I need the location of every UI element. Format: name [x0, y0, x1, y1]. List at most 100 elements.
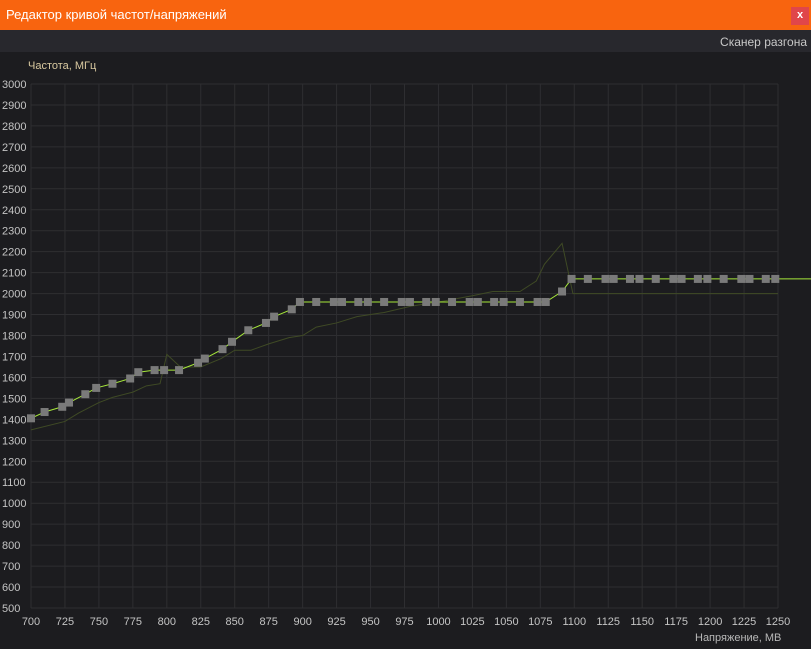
- x-tick-label: 1175: [664, 616, 688, 628]
- curve-point-handle[interactable]: [737, 274, 746, 283]
- curve-point-handle[interactable]: [160, 366, 169, 375]
- y-tick-label: 2200: [2, 247, 26, 259]
- curve-point-handle[interactable]: [218, 345, 227, 354]
- x-tick-label: 1250: [766, 616, 790, 628]
- x-tick-label: 1100: [562, 616, 586, 628]
- curve-point-handle[interactable]: [651, 274, 660, 283]
- curve-point-handle[interactable]: [601, 274, 610, 283]
- y-tick-label: 1000: [2, 498, 26, 510]
- x-tick-label: 800: [158, 616, 176, 628]
- y-tick-label: 500: [2, 603, 20, 615]
- curve-point-handle[interactable]: [677, 274, 686, 283]
- curve-point-handle[interactable]: [261, 318, 270, 327]
- vf-curve-line: [30, 278, 811, 419]
- curve-point-handle[interactable]: [65, 398, 74, 407]
- x-tick-label: 1050: [494, 616, 518, 628]
- x-tick-label: 950: [361, 616, 379, 628]
- curve-point-handle[interactable]: [92, 383, 101, 392]
- x-tick-label: 1000: [426, 616, 450, 628]
- x-tick-label: 850: [226, 616, 244, 628]
- curve-point-handle[interactable]: [228, 337, 237, 346]
- curve-point-handle[interactable]: [625, 274, 634, 283]
- y-tick-label: 1300: [2, 435, 26, 447]
- x-tick-label: 1125: [596, 616, 620, 628]
- curve-point-handle[interactable]: [515, 297, 524, 306]
- curve-point-handle[interactable]: [693, 274, 702, 283]
- y-tick-label: 1700: [2, 351, 26, 363]
- x-tick-label: 1150: [630, 616, 654, 628]
- curve-point-handle[interactable]: [150, 366, 159, 375]
- curve-point-handle[interactable]: [635, 274, 644, 283]
- curve-point-handle[interactable]: [567, 274, 576, 283]
- curve-point-handle[interactable]: [200, 354, 209, 363]
- curve-point-handle[interactable]: [134, 368, 143, 377]
- curve-point-handle[interactable]: [81, 390, 90, 399]
- y-tick-label: 2300: [2, 226, 26, 238]
- curve-point-handle[interactable]: [397, 297, 406, 306]
- y-tick-label: 2000: [2, 289, 26, 301]
- curve-point-handle[interactable]: [719, 274, 728, 283]
- curve-point-handle[interactable]: [338, 297, 347, 306]
- y-tick-label: 2100: [2, 268, 26, 280]
- curve-point-handle[interactable]: [669, 274, 678, 283]
- x-tick-label: 875: [260, 616, 278, 628]
- curve-point-handle[interactable]: [405, 297, 414, 306]
- curve-point-handle[interactable]: [108, 379, 117, 388]
- curve-point-handle[interactable]: [533, 297, 542, 306]
- curve-point-handle[interactable]: [244, 326, 253, 335]
- curve-point-handle[interactable]: [541, 297, 550, 306]
- curve-point-handle[interactable]: [558, 287, 567, 296]
- y-tick-label: 1100: [2, 477, 26, 489]
- curve-point-handle[interactable]: [354, 297, 363, 306]
- curve-point-handle[interactable]: [270, 312, 279, 321]
- curve-point-handle[interactable]: [490, 297, 499, 306]
- y-tick-label: 1800: [2, 331, 26, 343]
- x-tick-label: 1025: [460, 616, 484, 628]
- curve-point-handle[interactable]: [499, 297, 508, 306]
- x-tick-label: 825: [192, 616, 210, 628]
- y-tick-label: 800: [2, 540, 20, 552]
- x-tick-label: 900: [293, 616, 311, 628]
- curve-point-handle[interactable]: [422, 297, 431, 306]
- y-tick-label: 1500: [2, 393, 26, 405]
- x-tick-label: 775: [124, 616, 142, 628]
- curve-point-handle[interactable]: [609, 274, 618, 283]
- y-tick-label: 2600: [2, 163, 26, 175]
- curve-point-handle[interactable]: [380, 297, 389, 306]
- x-tick-label: 925: [327, 616, 345, 628]
- x-tick-label: 1075: [528, 616, 552, 628]
- y-tick-label: 3000: [2, 79, 26, 91]
- y-tick-label: 1200: [2, 456, 26, 468]
- x-tick-label: 700: [22, 616, 40, 628]
- curve-point-handle[interactable]: [703, 274, 712, 283]
- curve-point-handle[interactable]: [312, 297, 321, 306]
- y-tick-label: 1900: [2, 310, 26, 322]
- curve-point-handle[interactable]: [583, 274, 592, 283]
- curve-point-handle[interactable]: [465, 297, 474, 306]
- curve-point-handle[interactable]: [126, 374, 135, 383]
- curve-point-handle[interactable]: [175, 366, 184, 375]
- curve-point-handle[interactable]: [295, 297, 304, 306]
- curve-point-handle[interactable]: [329, 297, 338, 306]
- y-tick-label: 1400: [2, 414, 26, 426]
- x-tick-label: 725: [56, 616, 74, 628]
- x-tick-label: 975: [395, 616, 413, 628]
- y-tick-label: 2800: [2, 121, 26, 133]
- curve-point-handle[interactable]: [761, 274, 770, 283]
- curve-point-handle[interactable]: [431, 297, 440, 306]
- x-tick-label: 1225: [732, 616, 756, 628]
- curve-point-handle[interactable]: [363, 297, 372, 306]
- curve-point-handle[interactable]: [287, 305, 296, 314]
- curve-point-handle[interactable]: [40, 408, 49, 417]
- curve-point-handle[interactable]: [27, 414, 35, 423]
- curve-point-handle[interactable]: [473, 297, 482, 306]
- y-tick-label: 700: [2, 561, 20, 573]
- curve-point-handle[interactable]: [771, 274, 780, 283]
- vf-curve-chart[interactable]: 700 725 750 775 800 825 850 875 900 925 950 975 1000…: [0, 0, 811, 649]
- y-tick-label: 2500: [2, 184, 26, 196]
- y-tick-label: 2900: [2, 100, 26, 112]
- curve-point-handle[interactable]: [745, 274, 754, 283]
- y-tick-label: 2700: [2, 142, 26, 154]
- curve-point-handle[interactable]: [448, 297, 457, 306]
- x-tick-label: 750: [90, 616, 108, 628]
